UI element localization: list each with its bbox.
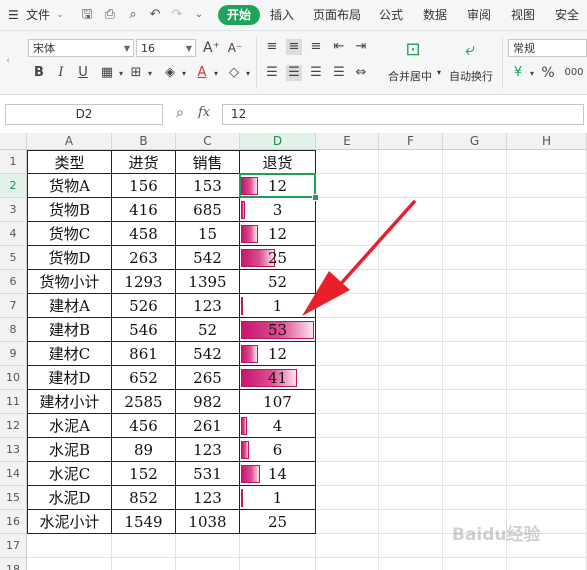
watermark: Baidu经验	[452, 525, 541, 545]
arrow-head	[302, 271, 350, 316]
arrow-shaft	[336, 200, 416, 289]
annotation-arrow	[302, 200, 416, 316]
